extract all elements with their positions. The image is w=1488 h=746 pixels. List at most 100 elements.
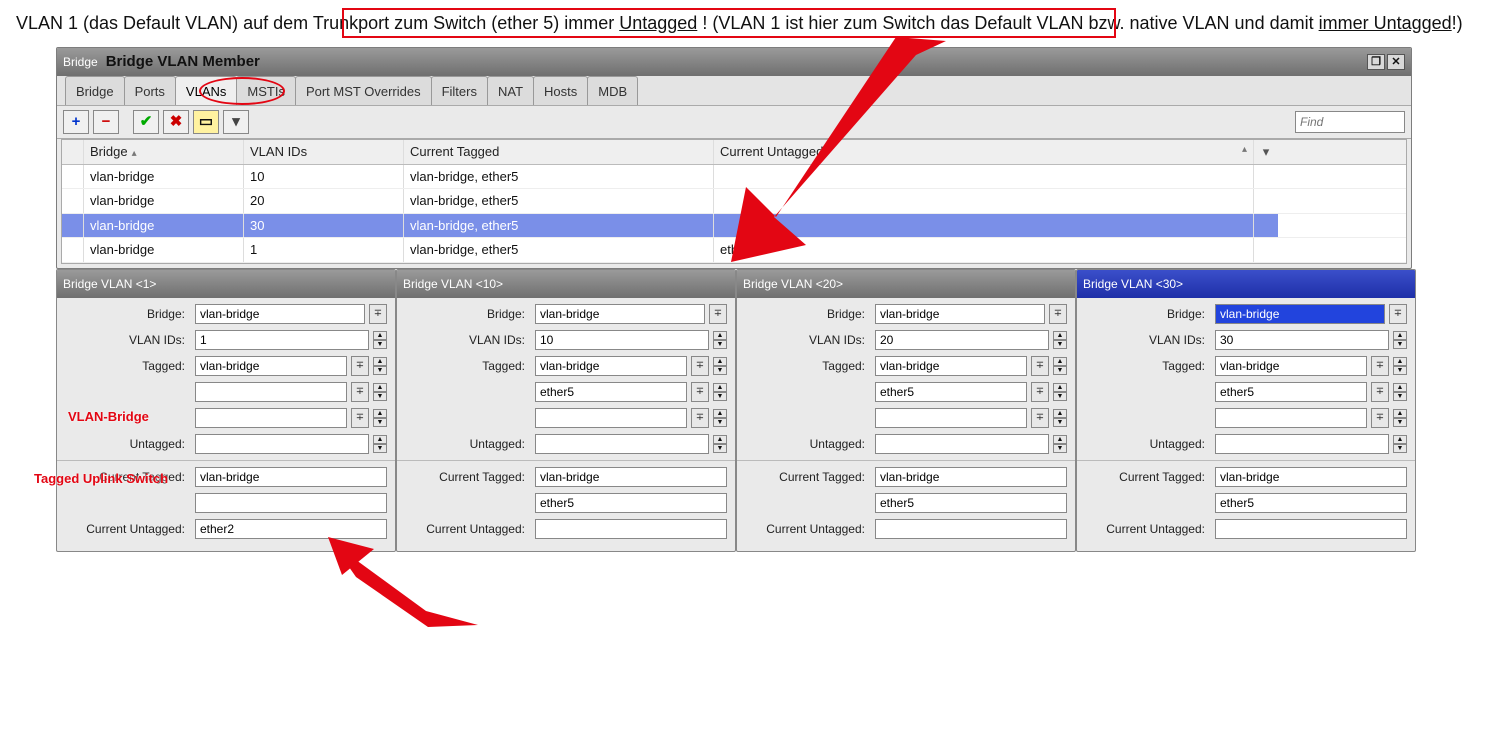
spin-up[interactable]: ▲ [713, 383, 727, 392]
spin-up[interactable]: ▲ [713, 409, 727, 418]
tab-hosts[interactable]: Hosts [533, 76, 588, 106]
dropdown-icon[interactable]: ∓ [351, 356, 369, 376]
spin-down[interactable]: ▼ [713, 444, 727, 453]
spin-down[interactable]: ▼ [1393, 340, 1407, 349]
tagged-input[interactable] [195, 382, 347, 402]
table-row[interactable]: vlan-bridge20vlan-bridge, ether5 [62, 189, 1406, 214]
spin-up[interactable]: ▲ [713, 331, 727, 340]
dropdown-icon[interactable]: ∓ [1031, 408, 1049, 428]
spin-up[interactable]: ▲ [373, 331, 387, 340]
spin-down[interactable]: ▼ [713, 392, 727, 401]
spin-up[interactable]: ▲ [373, 357, 387, 366]
spin-up[interactable]: ▲ [1053, 383, 1067, 392]
spin-up[interactable]: ▲ [1393, 383, 1407, 392]
col-bridge[interactable]: Bridge▴ [84, 140, 244, 164]
untagged-input[interactable] [535, 434, 709, 454]
panel-titlebar[interactable]: Bridge VLAN <1> [57, 270, 395, 298]
dropdown-icon[interactable]: ∓ [351, 382, 369, 402]
remove-button[interactable]: − [93, 110, 119, 134]
table-row[interactable]: vlan-bridge10vlan-bridge, ether5 [62, 165, 1406, 190]
tagged-input[interactable] [875, 356, 1027, 376]
spin-down[interactable]: ▼ [1053, 444, 1067, 453]
untagged-input[interactable] [1215, 434, 1389, 454]
titlebar[interactable]: Bridge Bridge VLAN Member ❐ ✕ [57, 48, 1411, 76]
dropdown-icon[interactable]: ∓ [691, 382, 709, 402]
spin-up[interactable]: ▲ [373, 383, 387, 392]
spin-down[interactable]: ▼ [1393, 444, 1407, 453]
dropdown-icon[interactable]: ∓ [1031, 356, 1049, 376]
table-row[interactable]: vlan-bridge1vlan-bridge, ether5ether2 [62, 238, 1406, 263]
tab-filters[interactable]: Filters [431, 76, 488, 106]
spin-down[interactable]: ▼ [1053, 392, 1067, 401]
table-row[interactable]: vlan-bridge30vlan-bridge, ether5 [62, 214, 1406, 239]
spin-down[interactable]: ▼ [1393, 392, 1407, 401]
spin-down[interactable]: ▼ [713, 340, 727, 349]
tagged-input[interactable] [875, 382, 1027, 402]
spin-down[interactable]: ▼ [1053, 418, 1067, 427]
spin-down[interactable]: ▼ [1393, 418, 1407, 427]
spin-up[interactable]: ▲ [1393, 357, 1407, 366]
untagged-input[interactable] [875, 434, 1049, 454]
vlan-ids-input[interactable] [1215, 330, 1389, 350]
col-vlan-ids[interactable]: VLAN IDs [244, 140, 404, 164]
comment-button[interactable]: ▭ [193, 110, 219, 134]
panel-titlebar[interactable]: Bridge VLAN <20> [737, 270, 1075, 298]
bridge-input[interactable] [875, 304, 1045, 324]
spin-down[interactable]: ▼ [373, 418, 387, 427]
spin-up[interactable]: ▲ [1393, 409, 1407, 418]
spin-down[interactable]: ▼ [713, 366, 727, 375]
dropdown-icon[interactable]: ∓ [691, 356, 709, 376]
col-current-tagged[interactable]: Current Tagged [404, 140, 714, 164]
spin-up[interactable]: ▲ [1053, 357, 1067, 366]
vlan-ids-input[interactable] [195, 330, 369, 350]
tab-port-mst-overrides[interactable]: Port MST Overrides [295, 76, 432, 106]
tab-mdb[interactable]: MDB [587, 76, 638, 106]
dropdown-icon[interactable]: ∓ [369, 304, 387, 324]
tagged-input[interactable] [1215, 356, 1367, 376]
tab-bridge[interactable]: Bridge [65, 76, 125, 106]
spin-up[interactable]: ▲ [373, 409, 387, 418]
spin-down[interactable]: ▼ [373, 444, 387, 453]
disable-button[interactable]: ✖ [163, 110, 189, 134]
dropdown-icon[interactable]: ∓ [709, 304, 727, 324]
spin-up[interactable]: ▲ [1053, 331, 1067, 340]
tagged-input[interactable] [535, 382, 687, 402]
restore-button[interactable]: ❐ [1367, 54, 1385, 70]
untagged-input[interactable] [195, 434, 369, 454]
dropdown-icon[interactable]: ∓ [691, 408, 709, 428]
bridge-input[interactable] [1215, 304, 1385, 324]
col-dropdown[interactable]: ▾ [1254, 140, 1278, 164]
tagged-input[interactable] [195, 356, 347, 376]
add-button[interactable]: + [63, 110, 89, 134]
dropdown-icon[interactable]: ∓ [351, 408, 369, 428]
tab-mstis[interactable]: MSTIs [236, 76, 296, 106]
spin-up[interactable]: ▲ [713, 435, 727, 444]
spin-down[interactable]: ▼ [373, 366, 387, 375]
spin-up[interactable]: ▲ [1053, 409, 1067, 418]
spin-down[interactable]: ▼ [1053, 340, 1067, 349]
tagged-input[interactable] [535, 408, 687, 428]
spin-down[interactable]: ▼ [373, 392, 387, 401]
spin-up[interactable]: ▲ [713, 357, 727, 366]
dropdown-icon[interactable]: ∓ [1371, 408, 1389, 428]
spin-down[interactable]: ▼ [373, 340, 387, 349]
tagged-input[interactable] [1215, 408, 1367, 428]
tab-ports[interactable]: Ports [124, 76, 176, 106]
tagged-input[interactable] [535, 356, 687, 376]
vlan-ids-input[interactable] [875, 330, 1049, 350]
tagged-input[interactable] [1215, 382, 1367, 402]
vlan-ids-input[interactable] [535, 330, 709, 350]
spin-down[interactable]: ▼ [1053, 366, 1067, 375]
col-current-untagged[interactable]: Current Untagged▴ [714, 140, 1254, 164]
spin-up[interactable]: ▲ [373, 435, 387, 444]
tagged-input[interactable] [195, 408, 347, 428]
dropdown-icon[interactable]: ∓ [1049, 304, 1067, 324]
enable-button[interactable]: ✔ [133, 110, 159, 134]
dropdown-icon[interactable]: ∓ [1031, 382, 1049, 402]
spin-down[interactable]: ▼ [1393, 366, 1407, 375]
panel-titlebar[interactable]: Bridge VLAN <10> [397, 270, 735, 298]
close-button[interactable]: ✕ [1387, 54, 1405, 70]
filter-button[interactable]: ▾ [223, 110, 249, 134]
dropdown-icon[interactable]: ∓ [1389, 304, 1407, 324]
spin-down[interactable]: ▼ [713, 418, 727, 427]
